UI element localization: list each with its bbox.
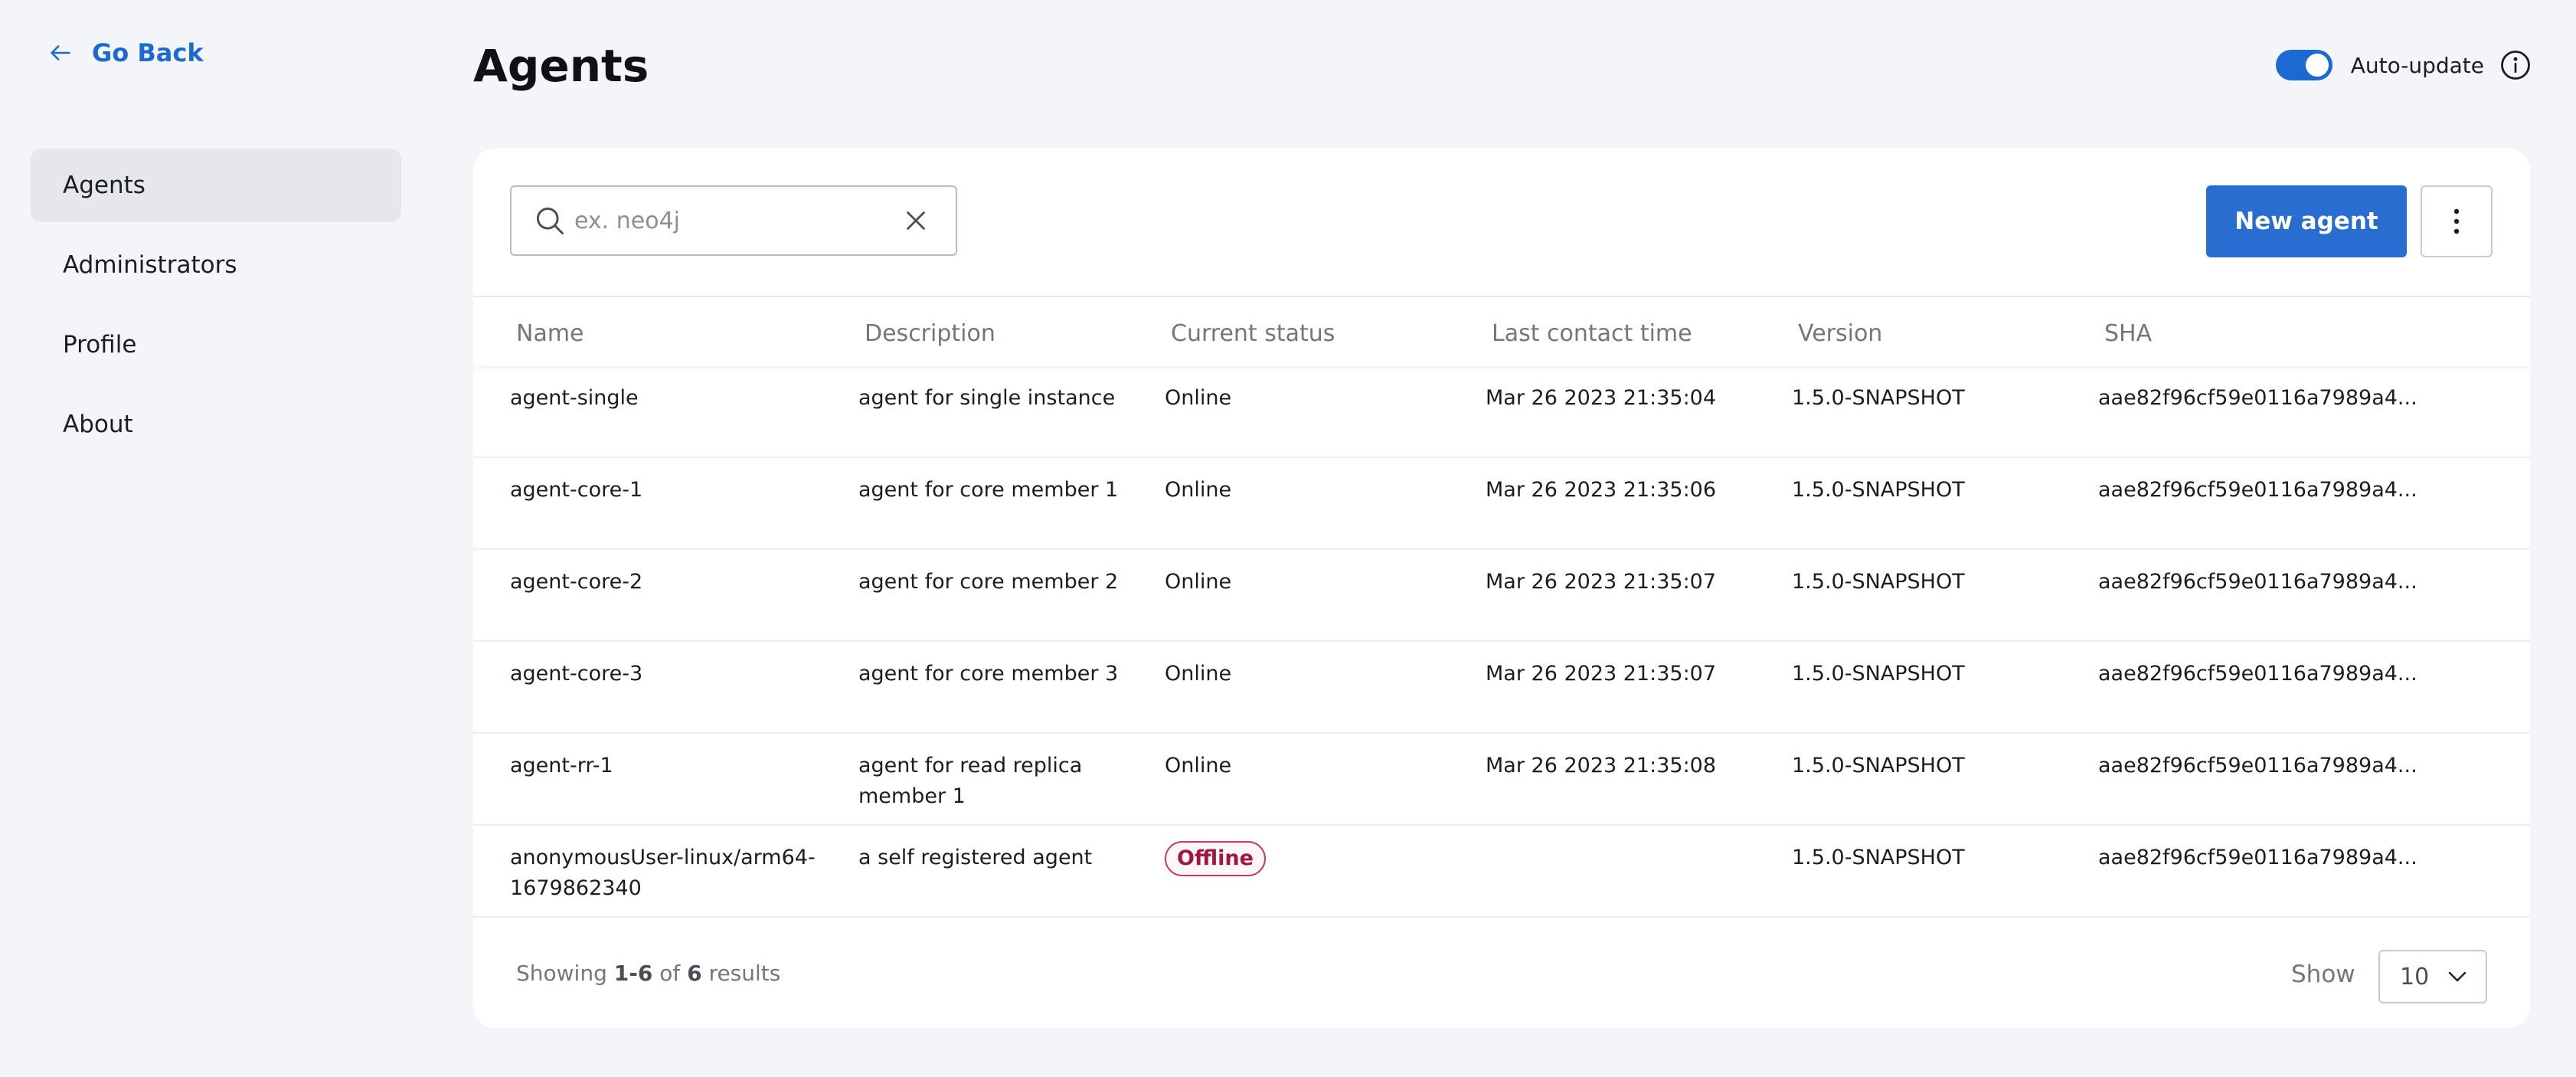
results-total: 6 bbox=[687, 961, 702, 986]
search-box bbox=[510, 185, 957, 256]
column-header-last-contact[interactable]: Last contact time bbox=[1492, 320, 1692, 347]
agent-status: Online bbox=[1165, 662, 1232, 686]
agent-status: Online bbox=[1165, 386, 1232, 410]
page-size-select[interactable]: 10 bbox=[2378, 950, 2487, 1003]
sidebar-item-label: About bbox=[63, 411, 133, 438]
agent-name: anonymousUser-linux/arm64-1679862340 bbox=[510, 846, 816, 900]
go-back-label: Go Back bbox=[92, 38, 204, 67]
agent-description: a self registered agent bbox=[858, 846, 1093, 869]
auto-update-label: Auto-update bbox=[2350, 52, 2484, 78]
table-row[interactable]: agent-core-1 agent for core member 1 Onl… bbox=[473, 458, 2530, 550]
results-label: results bbox=[708, 961, 781, 986]
agent-name: agent-core-2 bbox=[510, 570, 643, 594]
page-title: Agents bbox=[473, 40, 649, 92]
agent-version: 1.5.0-SNAPSHOT bbox=[1792, 570, 1965, 594]
agent-version: 1.5.0-SNAPSHOT bbox=[1792, 478, 1965, 502]
agent-name: agent-core-1 bbox=[510, 478, 643, 502]
agent-description: agent for core member 1 bbox=[858, 478, 1119, 502]
column-header-status[interactable]: Current status bbox=[1171, 320, 1335, 347]
table-row[interactable]: anonymousUser-linux/arm64-1679862340 a s… bbox=[473, 826, 2530, 918]
agent-sha: aae82f96cf59e0116a7989a4... bbox=[2098, 846, 2417, 869]
agent-last-contact: Mar 26 2023 21:35:07 bbox=[1486, 570, 1717, 594]
agent-name: agent-rr-1 bbox=[510, 754, 613, 777]
agent-version: 1.5.0-SNAPSHOT bbox=[1792, 754, 1965, 777]
go-back-link[interactable]: Go Back bbox=[47, 38, 204, 67]
agent-version: 1.5.0-SNAPSHOT bbox=[1792, 846, 1965, 869]
page-size-value: 10 bbox=[2400, 963, 2430, 990]
show-label: Show bbox=[2291, 961, 2355, 988]
agents-card: New agent Name Description Current statu… bbox=[473, 149, 2530, 1028]
sidebar-item-label: Agents bbox=[63, 172, 145, 199]
new-agent-button[interactable]: New agent bbox=[2206, 185, 2407, 257]
sidebar: Agents Administrators Profile About bbox=[31, 149, 401, 467]
agent-status: Online bbox=[1165, 570, 1232, 594]
sidebar-item-label: Profile bbox=[63, 331, 137, 358]
column-header-name[interactable]: Name bbox=[516, 320, 584, 347]
arrow-left-icon bbox=[51, 45, 70, 61]
chevron-down-icon bbox=[2448, 971, 2466, 982]
table-row[interactable]: agent-rr-1 agent for read replica member… bbox=[473, 734, 2530, 826]
offline-status-badge: Offline bbox=[1165, 841, 1266, 876]
agent-sha: aae82f96cf59e0116a7989a4... bbox=[2098, 478, 2417, 502]
table-row[interactable]: agent-core-2 agent for core member 2 Onl… bbox=[473, 550, 2530, 642]
clear-search-icon[interactable] bbox=[902, 207, 930, 234]
agent-name: agent-single bbox=[510, 386, 639, 410]
agent-name: agent-core-3 bbox=[510, 662, 643, 686]
search-icon bbox=[536, 207, 564, 234]
sidebar-item-profile[interactable]: Profile bbox=[31, 308, 401, 381]
agent-sha: aae82f96cf59e0116a7989a4... bbox=[2098, 662, 2417, 686]
table-header: Name Description Current status Last con… bbox=[473, 296, 2530, 366]
results-summary: Showing 1-6 of 6 results bbox=[516, 961, 780, 986]
results-range: 1-6 bbox=[613, 961, 653, 986]
table-row[interactable]: agent-single agent for single instance O… bbox=[473, 366, 2530, 458]
sidebar-item-about[interactable]: About bbox=[31, 388, 401, 461]
agent-version: 1.5.0-SNAPSHOT bbox=[1792, 662, 1965, 686]
auto-update-toggle[interactable] bbox=[2275, 50, 2332, 80]
agent-last-contact: Mar 26 2023 21:35:08 bbox=[1486, 754, 1717, 777]
toggle-knob bbox=[2305, 54, 2329, 77]
more-vertical-icon bbox=[2453, 208, 2460, 234]
search-input[interactable] bbox=[573, 206, 902, 235]
agent-status: Online bbox=[1165, 754, 1232, 777]
agent-description: agent for core member 3 bbox=[858, 662, 1119, 686]
agent-sha: aae82f96cf59e0116a7989a4... bbox=[2098, 570, 2417, 594]
agent-description: agent for read replica member 1 bbox=[858, 754, 1083, 808]
column-header-sha[interactable]: SHA bbox=[2104, 320, 2152, 347]
agent-last-contact: Mar 26 2023 21:35:07 bbox=[1486, 662, 1717, 686]
sidebar-item-agents[interactable]: Agents bbox=[31, 149, 401, 222]
agent-version: 1.5.0-SNAPSHOT bbox=[1792, 386, 1965, 410]
agent-sha: aae82f96cf59e0116a7989a4... bbox=[2098, 386, 2417, 410]
sidebar-item-label: Administrators bbox=[63, 251, 237, 279]
of-label: of bbox=[659, 961, 681, 986]
agent-last-contact: Mar 26 2023 21:35:06 bbox=[1486, 478, 1717, 502]
table-row[interactable]: agent-core-3 agent for core member 3 Onl… bbox=[473, 642, 2530, 734]
agent-description: agent for core member 2 bbox=[858, 570, 1119, 594]
agent-status-cell: Offline bbox=[1165, 841, 1266, 876]
column-header-description[interactable]: Description bbox=[865, 320, 995, 347]
sidebar-item-administrators[interactable]: Administrators bbox=[31, 228, 401, 302]
agent-last-contact: Mar 26 2023 21:35:04 bbox=[1486, 386, 1717, 410]
auto-update-control: Auto-update bbox=[2275, 49, 2532, 81]
column-header-version[interactable]: Version bbox=[1798, 320, 1882, 347]
agent-description: agent for single instance bbox=[858, 386, 1116, 410]
agent-sha: aae82f96cf59e0116a7989a4... bbox=[2098, 754, 2417, 777]
agent-status: Online bbox=[1165, 478, 1232, 502]
more-options-button[interactable] bbox=[2421, 185, 2493, 257]
showing-label: Showing bbox=[516, 961, 607, 986]
info-icon[interactable] bbox=[2499, 49, 2532, 81]
